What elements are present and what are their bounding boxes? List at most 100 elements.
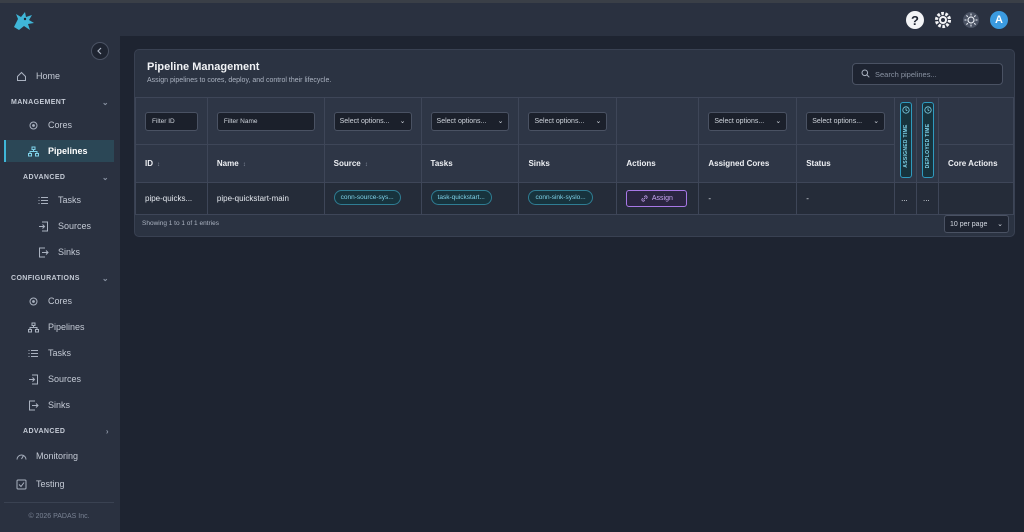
deployed-time-column-header[interactable]: DEPLOYED TIME	[921, 102, 934, 178]
sidebar-item-monitoring[interactable]: Monitoring	[4, 445, 114, 467]
list-icon	[26, 346, 40, 360]
sidebar-item-testing[interactable]: Testing	[4, 473, 114, 495]
sidebar-item-label: Sources	[58, 221, 92, 231]
filter-status-select[interactable]: Select options... ⌄	[806, 111, 886, 131]
avatar[interactable]: A	[990, 11, 1008, 29]
assign-button[interactable]: Assign	[626, 190, 688, 207]
sidebar-item-tasks[interactable]: Tasks	[4, 189, 114, 211]
per-page-select[interactable]: 10 per page ⌄	[944, 215, 1009, 233]
link-icon	[641, 195, 648, 202]
sink-chip[interactable]: conn-sink-syslo...	[528, 190, 593, 205]
sidebar-item-sinks[interactable]: Sinks	[4, 241, 114, 263]
column-header-tasks: Tasks	[420, 144, 520, 183]
chevron-down-icon: ⌄	[873, 118, 880, 126]
list-icon	[36, 193, 50, 207]
sidebar-item-config-pipelines[interactable]: Pipelines	[4, 316, 114, 338]
search-icon	[861, 69, 870, 80]
column-header-actions: Actions	[616, 144, 700, 183]
sidebar-item-label: Testing	[36, 479, 65, 489]
column-header-status: Status	[796, 144, 896, 183]
sidebar-item-label: Home	[36, 71, 61, 81]
cell-assigned-time: ...	[894, 182, 918, 215]
cell-name: pipe-quickstart-main	[206, 182, 325, 215]
sidebar: Home MANAGEMENT ⌄ Cores Pipelines ADVANCE…	[0, 36, 120, 532]
chevron-right-icon: ›	[105, 427, 109, 436]
sort-icon: ↕	[364, 162, 368, 169]
home-icon	[14, 69, 28, 83]
sink-icon	[36, 245, 50, 259]
cell-assigned-cores: -	[698, 182, 798, 215]
table-row[interactable]: pipe-quicks... pipe-quickstart-main conn…	[135, 182, 1014, 215]
chevron-down-icon: ⌄	[101, 274, 109, 283]
filter-sinks-select[interactable]: Select options... ⌄	[528, 111, 608, 131]
sort-icon: ↕	[157, 162, 160, 169]
filter-id-input[interactable]: Filter ID	[145, 111, 198, 131]
top-bar: ? A	[0, 0, 1024, 36]
chevron-down-icon: ⌄	[595, 118, 602, 126]
task-chip[interactable]: task-quickstart...	[430, 190, 492, 205]
source-chip[interactable]: conn-source-sys...	[333, 190, 401, 205]
sidebar-item-label: Sinks	[48, 400, 71, 410]
sidebar-item-cores[interactable]: Cores	[4, 114, 114, 136]
search-input[interactable]	[875, 69, 985, 79]
sidebar-item-config-sinks[interactable]: Sinks	[4, 394, 114, 416]
chevron-down-icon: ⌄	[775, 118, 782, 126]
section-advanced[interactable]: ADVANCED ⌄	[23, 173, 109, 182]
sidebar-item-label: Sources	[48, 374, 82, 384]
sidebar-item-label: Cores	[48, 296, 73, 306]
app-logo-icon[interactable]	[10, 9, 38, 33]
sidebar-item-label: Tasks	[58, 195, 82, 205]
pipelines-table: Filter ID Filter Name Select options... ⌄…	[135, 96, 1014, 215]
sidebar-footer: © 2026 PADAS Inc.	[4, 502, 114, 520]
search-box[interactable]	[852, 63, 1003, 85]
column-header-source[interactable]: Source ↕	[323, 144, 422, 183]
sort-icon: ↕	[242, 162, 246, 169]
section-management[interactable]: MANAGEMENT ⌄	[11, 98, 109, 107]
chevron-down-icon: ⌄	[399, 118, 406, 126]
column-header-id[interactable]: ID ↕	[135, 144, 208, 183]
page-title: Pipeline Management	[147, 61, 260, 73]
section-config-advanced[interactable]: ADVANCED ›	[23, 427, 109, 436]
sidebar-item-label: Sinks	[58, 247, 81, 257]
section-configurations[interactable]: CONFIGURATIONS ⌄	[11, 274, 109, 283]
sidebar-item-sources[interactable]: Sources	[4, 215, 114, 237]
filter-source-select[interactable]: Select options... ⌄	[333, 111, 412, 131]
filter-name-input[interactable]: Filter Name	[216, 111, 315, 131]
gear-icon[interactable]	[934, 11, 952, 29]
assigned-time-column-header[interactable]: ASSIGNED TIME	[899, 102, 912, 178]
chevron-down-icon: ⌄	[997, 221, 1003, 228]
filter-tasks-select[interactable]: Select options... ⌄	[430, 111, 510, 131]
sidebar-item-label: Tasks	[48, 348, 72, 358]
cell-deployed-time: ...	[916, 182, 940, 215]
filter-assigned-cores-select[interactable]: Select options... ⌄	[708, 111, 788, 131]
chevron-down-icon: ⌄	[497, 118, 504, 126]
chevron-left-icon	[97, 47, 102, 55]
sidebar-item-label: Pipelines	[48, 146, 88, 156]
pipeline-icon	[26, 320, 40, 334]
entries-info: Showing 1 to 1 of 1 entries	[142, 220, 219, 227]
cell-status: -	[796, 182, 896, 215]
help-icon[interactable]: ?	[906, 11, 924, 29]
page-subtitle: Assign pipelines to cores, deploy, and c…	[147, 77, 332, 84]
sidebar-item-label: Monitoring	[36, 451, 79, 461]
column-header-assigned-cores: Assigned Cores	[698, 144, 798, 183]
sidebar-item-label: Cores	[48, 120, 73, 130]
sidebar-item-label: Pipelines	[48, 322, 85, 332]
column-header-name[interactable]: Name ↕	[206, 144, 325, 183]
cell-core-actions	[938, 182, 1014, 215]
source-icon	[26, 372, 40, 386]
source-icon	[36, 219, 50, 233]
cpu-icon	[26, 118, 40, 132]
sidebar-item-config-tasks[interactable]: Tasks	[4, 342, 114, 364]
theme-icon[interactable]	[962, 11, 980, 29]
cpu-icon	[26, 294, 40, 308]
sidebar-item-config-cores[interactable]: Cores	[4, 290, 114, 312]
sidebar-item-home[interactable]: Home	[4, 65, 114, 87]
column-header-core-actions: Core Actions	[938, 144, 1014, 183]
collapse-sidebar-button[interactable]	[91, 42, 109, 60]
sidebar-item-pipelines[interactable]: Pipelines	[4, 140, 114, 162]
column-header-sinks: Sinks	[518, 144, 618, 183]
sidebar-item-config-sources[interactable]: Sources	[4, 368, 114, 390]
checkbox-icon	[14, 477, 28, 491]
chevron-down-icon: ⌄	[101, 173, 109, 182]
